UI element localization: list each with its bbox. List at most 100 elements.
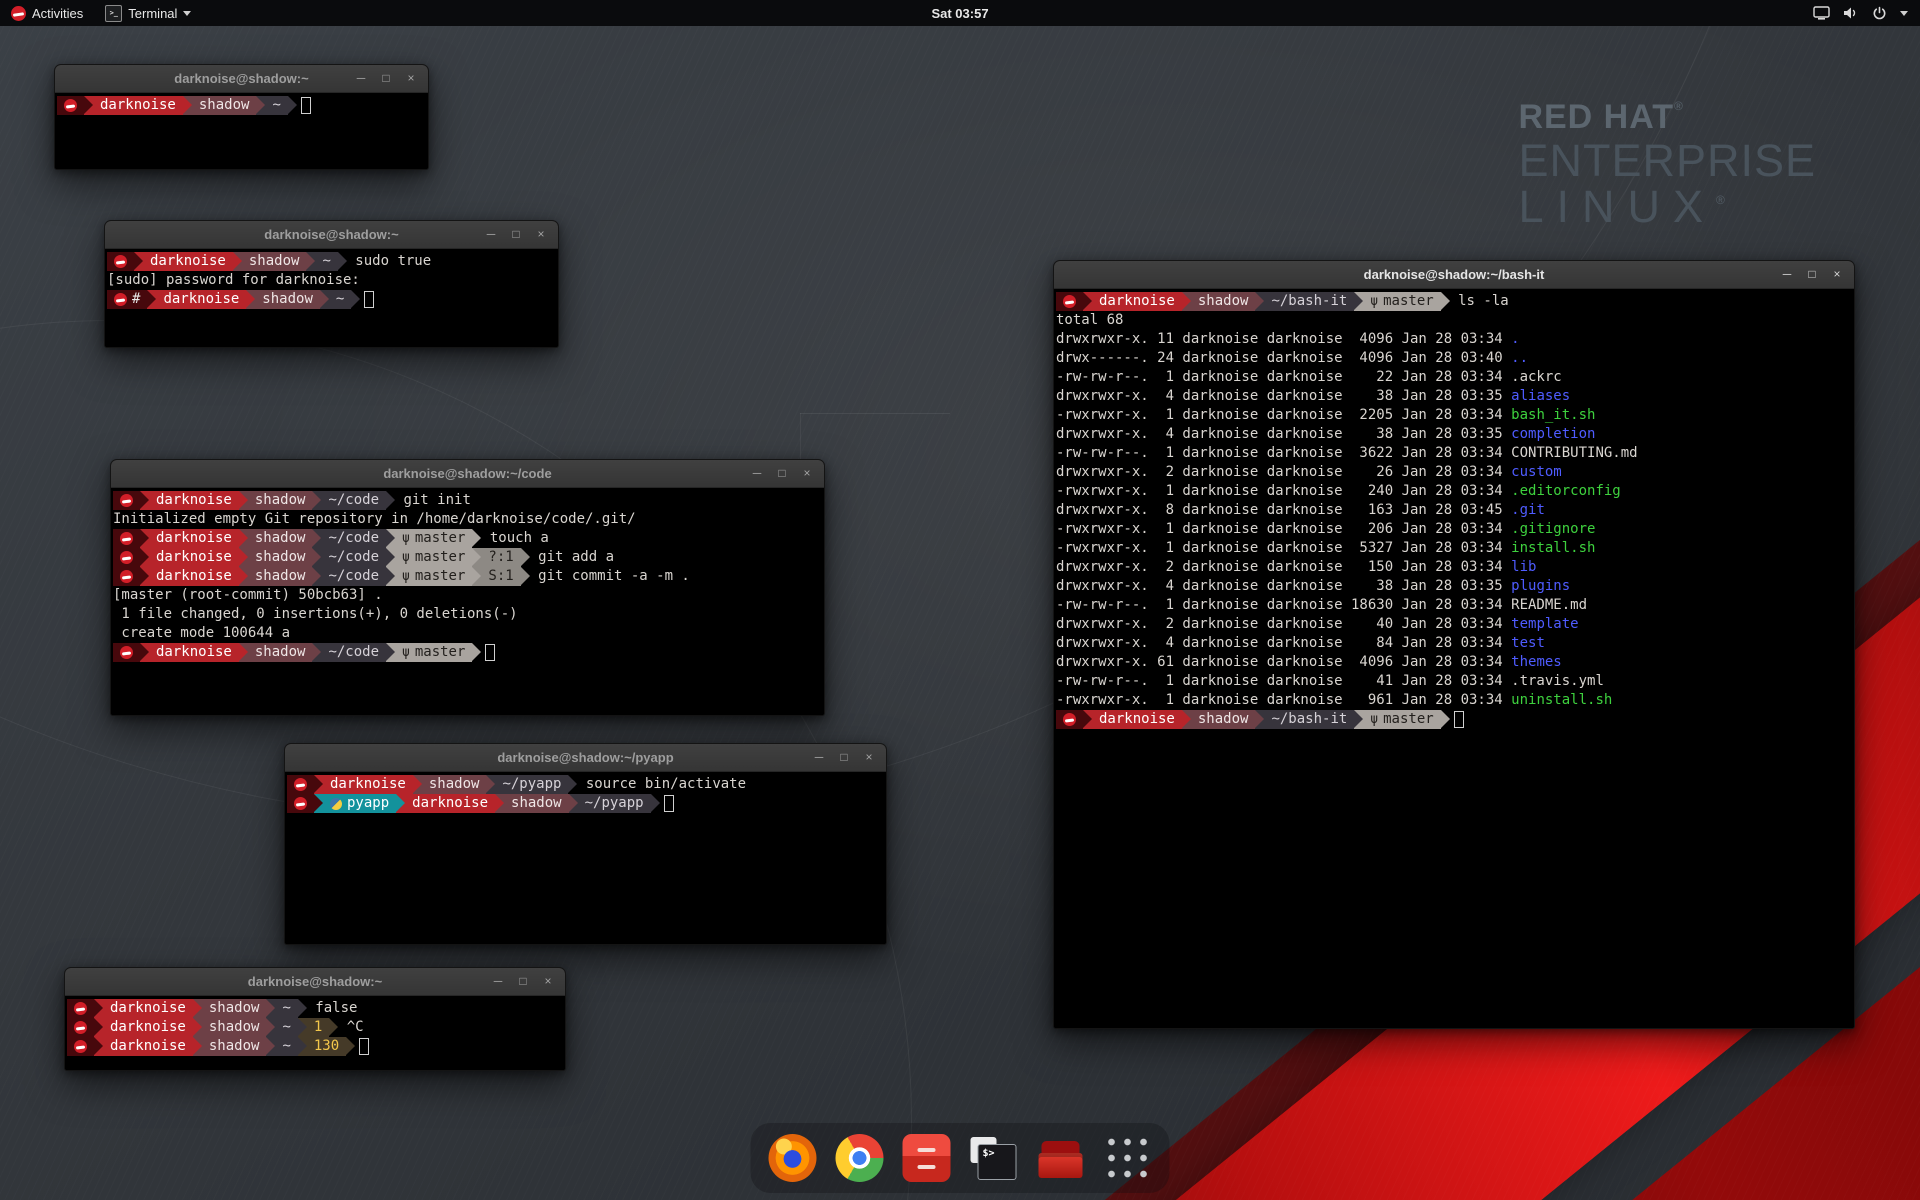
prompt-segment: ψmaster — [395, 548, 472, 567]
powerline-separator — [569, 794, 578, 813]
powerline-separator — [140, 491, 149, 510]
powerline-separator — [338, 252, 347, 271]
window-titlebar[interactable]: darknoise@shadow:~─□× — [55, 65, 428, 93]
terminal-window-code[interactable]: darknoise@shadow:~/code─□×darknoiseshado… — [110, 459, 825, 716]
desktop[interactable]: RED HAT® ENTERPRISE LINUX® darknoise@sha… — [0, 0, 1920, 1200]
minimize-button[interactable]: ─ — [354, 65, 368, 92]
minimize-button[interactable]: ─ — [812, 744, 826, 771]
dock-item-chrome[interactable] — [834, 1132, 886, 1184]
powerline-separator — [183, 96, 192, 115]
git-branch-icon: ψ — [402, 529, 410, 548]
powerline-separator — [140, 567, 149, 586]
maximize-button[interactable]: □ — [509, 221, 523, 248]
terminal-text: total 68 — [1056, 311, 1123, 330]
maximize-button[interactable]: □ — [1805, 261, 1819, 288]
powerline-separator — [351, 290, 360, 309]
window-titlebar[interactable]: darknoise@shadow:~/bash-it─□× — [1054, 261, 1854, 289]
terminal-content[interactable]: darknoiseshadow~ — [55, 93, 428, 169]
terminal-line: darknoiseshadow~/bash-itψmaster ls -la — [1056, 292, 1854, 311]
dock-item-firefox[interactable] — [767, 1132, 819, 1184]
app-menu-label: Terminal — [128, 6, 177, 21]
terminal-window-pyapp[interactable]: darknoise@shadow:~/pyapp─□×darknoiseshad… — [284, 743, 887, 945]
minimize-button[interactable]: ─ — [484, 221, 498, 248]
terminal-content[interactable]: darknoiseshadow~ sudo true[sudo] passwor… — [105, 249, 558, 347]
terminal-text: drwxrwxr-x. 11 darknoise darknoise 4096 … — [1056, 330, 1511, 349]
dock-item-terminal[interactable] — [968, 1132, 1020, 1184]
terminal-text: drwxrwxr-x. 8 darknoise darknoise 163 Ja… — [1056, 501, 1511, 520]
minimize-button[interactable]: ─ — [1780, 261, 1794, 288]
terminal-line: darknoiseshadow~/code git init — [113, 491, 824, 510]
powerline-separator — [486, 775, 495, 794]
terminal-line: -rwxrwxr-x. 1 darknoise darknoise 2205 J… — [1056, 406, 1854, 425]
powerline-separator — [312, 567, 321, 586]
terminal-content[interactable]: darknoiseshadow~ falsedarknoiseshadow~1 … — [65, 996, 565, 1070]
dock-item-toolbox[interactable] — [1035, 1132, 1087, 1184]
prompt-segment: darknoise — [405, 794, 495, 813]
terminal-text: -rw-rw-r--. 1 darknoise darknoise 18630 … — [1056, 596, 1587, 615]
display-icon[interactable] — [1813, 6, 1830, 20]
window-titlebar[interactable]: darknoise@shadow:~─□× — [65, 968, 565, 996]
terminal-cursor — [485, 644, 495, 661]
app-menu[interactable]: Terminal — [94, 0, 202, 26]
redhat-icon — [294, 778, 307, 791]
terminal-text: git add a — [530, 548, 614, 567]
terminal-line: -rwxrwxr-x. 1 darknoise darknoise 240 Ja… — [1056, 482, 1854, 501]
prompt-segment: ψmaster — [1363, 292, 1440, 311]
close-button[interactable]: × — [534, 221, 548, 248]
close-button[interactable]: × — [862, 744, 876, 771]
power-icon[interactable] — [1872, 6, 1887, 21]
terminal-text: Initialized empty Git repository in /hom… — [113, 510, 636, 529]
toolbox-icon — [1037, 1134, 1085, 1182]
terminal-window-home-2[interactable]: darknoise@shadow:~─□×darknoiseshadow~ fa… — [64, 967, 566, 1071]
close-button[interactable]: × — [404, 65, 418, 92]
powerline-separator — [314, 775, 323, 794]
maximize-button[interactable]: □ — [379, 65, 393, 92]
powerline-separator — [256, 96, 265, 115]
prompt-segment: shadow — [255, 290, 320, 309]
volume-icon[interactable] — [1843, 6, 1859, 20]
window-titlebar[interactable]: darknoise@shadow:~/pyapp─□× — [285, 744, 886, 772]
maximize-button[interactable]: □ — [837, 744, 851, 771]
minimize-button[interactable]: ─ — [750, 460, 764, 487]
terminal-content[interactable]: darknoiseshadow~/code git initInitialize… — [111, 488, 824, 715]
terminal-text: source bin/activate — [577, 775, 746, 794]
terminal-content[interactable]: darknoiseshadow~/pyapp source bin/activa… — [285, 772, 886, 944]
window-titlebar[interactable]: darknoise@shadow:~/code─□× — [111, 460, 824, 488]
powerline-separator — [386, 548, 395, 567]
terminal-text: install.sh — [1511, 539, 1595, 558]
terminal-text: drwxrwxr-x. 2 darknoise darknoise 40 Jan… — [1056, 615, 1511, 634]
redhat-icon — [74, 1021, 87, 1034]
terminal-text: git commit -a -m . — [530, 567, 690, 586]
prompt-segment: ~/code — [321, 548, 386, 567]
terminal-line: darknoiseshadow~1 ^C — [67, 1018, 565, 1037]
minimize-button[interactable]: ─ — [491, 968, 505, 995]
terminal-window-home-1[interactable]: darknoise@shadow:~─□×darknoiseshadow~ — [54, 64, 429, 170]
files-icon — [903, 1134, 951, 1182]
window-titlebar[interactable]: darknoise@shadow:~─□× — [105, 221, 558, 249]
close-button[interactable]: × — [541, 968, 555, 995]
clock[interactable]: Sat 03:57 — [931, 6, 988, 21]
prompt-segment: darknoise — [103, 999, 193, 1018]
prompt-segment — [1056, 292, 1083, 311]
terminal-line: pyappdarknoiseshadow~/pyapp — [287, 794, 886, 813]
activities-button[interactable]: Activities — [0, 0, 94, 26]
terminal-text: false — [307, 999, 358, 1018]
terminal-line: -rwxrwxr-x. 1 darknoise darknoise 206 Ja… — [1056, 520, 1854, 539]
powerline-separator — [233, 252, 242, 271]
maximize-button[interactable]: □ — [516, 968, 530, 995]
close-button[interactable]: × — [800, 460, 814, 487]
dock-item-app-grid[interactable] — [1102, 1132, 1154, 1184]
terminal-window-bash-it[interactable]: darknoise@shadow:~/bash-it─□×darknoisesh… — [1053, 260, 1855, 1029]
redhat-logo-icon — [11, 6, 26, 21]
redhat-icon — [74, 1040, 87, 1053]
terminal-line: total 68 — [1056, 311, 1854, 330]
system-tray[interactable] — [1801, 0, 1920, 26]
window-controls: ─ □ × — [354, 65, 428, 92]
maximize-button[interactable]: □ — [775, 460, 789, 487]
terminal-content[interactable]: darknoiseshadow~/bash-itψmaster ls -lato… — [1054, 289, 1854, 1028]
terminal-line: drwxrwxr-x. 8 darknoise darknoise 163 Ja… — [1056, 501, 1854, 520]
dock-item-files[interactable] — [901, 1132, 953, 1184]
close-button[interactable]: × — [1830, 261, 1844, 288]
terminal-window-sudo[interactable]: darknoise@shadow:~─□×darknoiseshadow~ su… — [104, 220, 559, 348]
git-branch-icon: ψ — [402, 548, 410, 567]
